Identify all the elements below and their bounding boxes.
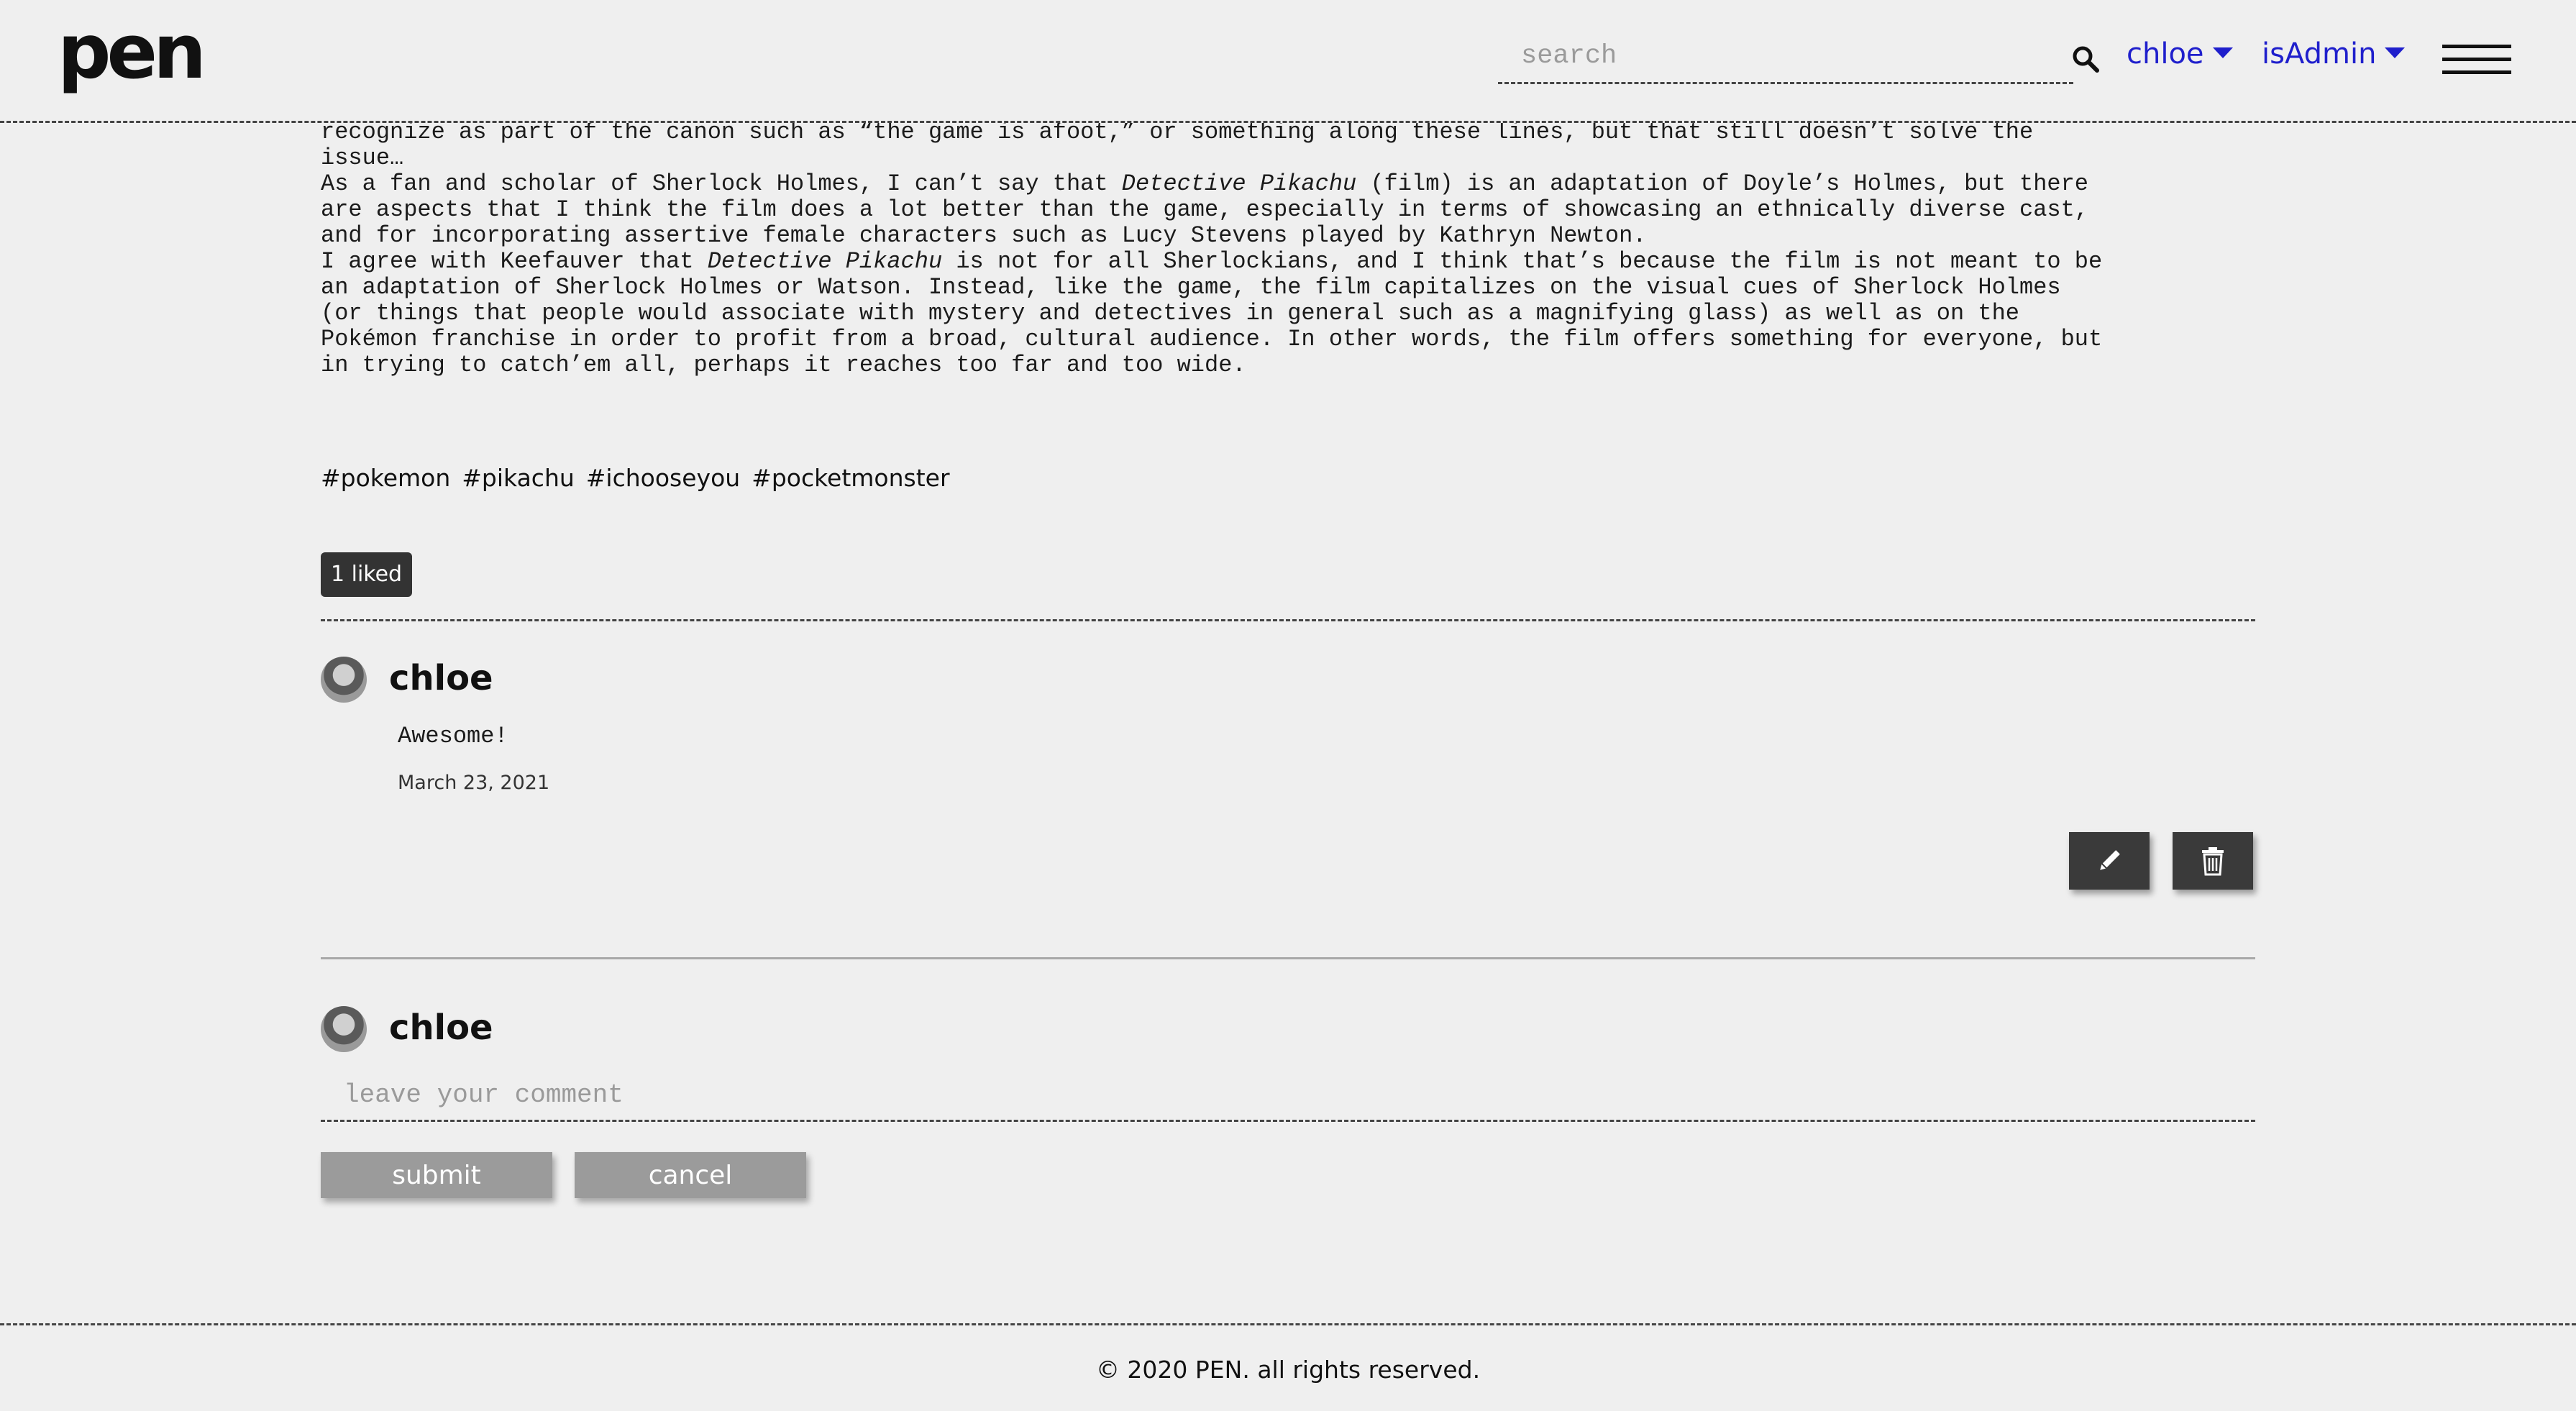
article-paragraph: I agree with Keefauver that Detective Pi… (321, 248, 2103, 378)
tag-pikachu[interactable]: #pikachu (462, 464, 575, 492)
edit-comment-button[interactable] (2069, 832, 2150, 890)
caret-down-icon (2212, 47, 2233, 58)
admin-menu-label: isAdmin (2262, 37, 2377, 70)
search-input[interactable] (1498, 34, 2073, 78)
site-logo[interactable]: pen (58, 14, 206, 89)
delete-comment-button[interactable] (2173, 832, 2253, 890)
admin-menu[interactable]: isAdmin (2262, 37, 2406, 70)
article-paragraph: As a fan and scholar of Sherlock Holmes,… (321, 170, 2088, 249)
footer: © 2020 PEN. all rights reserved. (0, 1323, 2576, 1411)
comment-form-author: chloe (389, 1008, 493, 1048)
top-nav: pen chloe isAdmin (0, 0, 2576, 123)
search-bar (1498, 34, 2073, 84)
user-menu-label: chloe (2127, 37, 2204, 70)
tag-ichooseyou[interactable]: #ichooseyou (586, 464, 740, 492)
avatar (321, 1006, 367, 1052)
comment-input[interactable] (321, 1072, 2255, 1118)
cancel-button[interactable]: cancel (575, 1152, 806, 1198)
copyright-text: © 2020 PEN. all rights reserved. (1095, 1356, 1481, 1384)
comment-text: Awesome! (398, 723, 508, 749)
comment-field (321, 1072, 2255, 1122)
search-icon[interactable] (2071, 45, 2100, 73)
divider (321, 957, 2255, 959)
hamburger-icon[interactable] (2442, 45, 2511, 75)
comment-author: chloe (389, 658, 493, 698)
film-title: Detective Pikachu (1121, 170, 1357, 197)
avatar (321, 657, 367, 703)
submit-button[interactable]: submit (321, 1152, 552, 1198)
like-count-badge[interactable]: 1 liked (321, 552, 413, 597)
user-menu[interactable]: chloe (2127, 37, 2233, 70)
trash-icon (2202, 847, 2224, 876)
tag-pocketmonster[interactable]: #pocketmonster (752, 464, 949, 492)
comment-date: March 23, 2021 (398, 772, 550, 794)
caret-down-icon (2385, 47, 2406, 58)
pencil-icon (2100, 850, 2120, 870)
article-body: recognize as part of the canon such as “… (321, 119, 2255, 378)
tag-pokemon[interactable]: #pokemon (321, 464, 450, 492)
divider (321, 619, 2255, 621)
tag-list: #pokemon #pikachu #ichooseyou #pocketmon… (321, 464, 950, 492)
film-title: Detective Pikachu (707, 248, 943, 275)
article-paragraph: recognize as part of the canon such as “… (321, 119, 2034, 171)
